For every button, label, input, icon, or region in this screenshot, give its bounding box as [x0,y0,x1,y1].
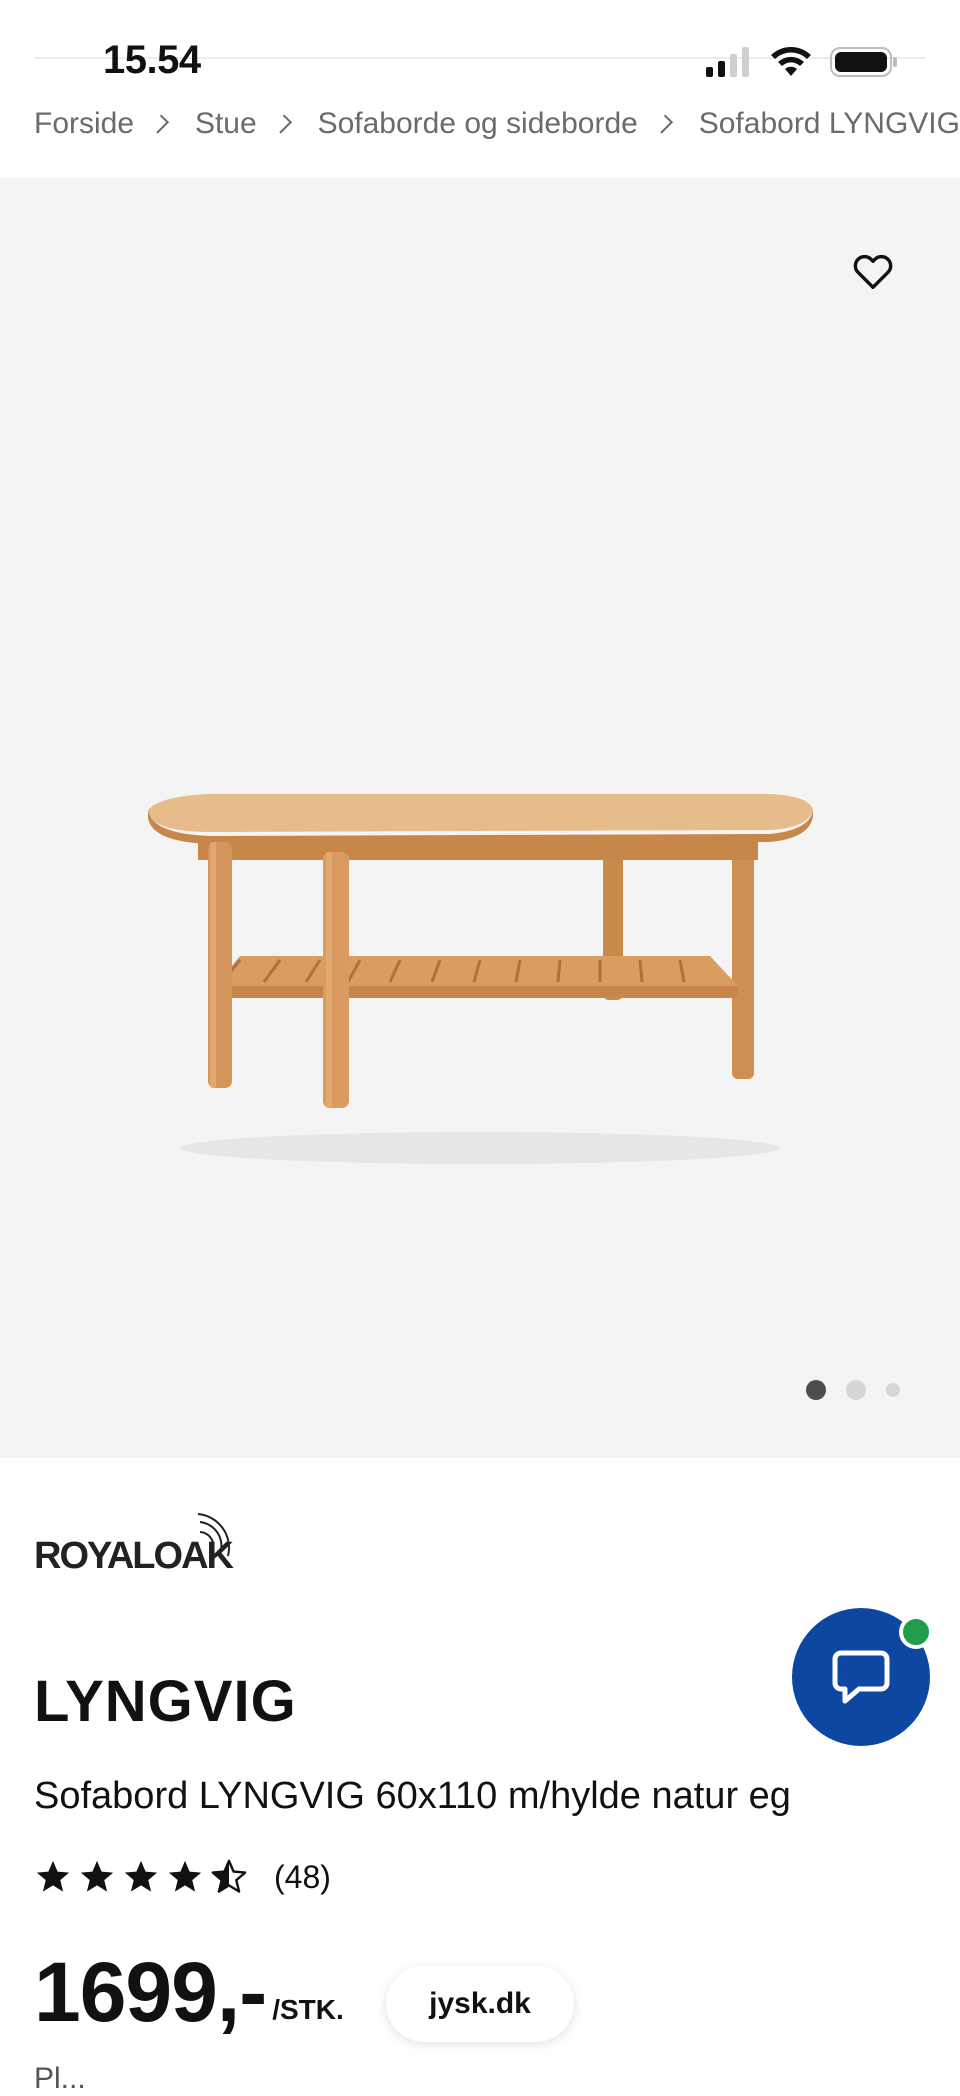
gallery-dot-3[interactable] [886,1383,900,1397]
chevron-right-icon [272,114,292,134]
breadcrumb-current: Sofabord LYNGVIG [698,107,960,140]
battery-icon [830,47,897,77]
star-icon [36,1860,70,1892]
price-row: 1699,- /STK. [34,1950,344,2034]
breadcrumb-sofaborde[interactable]: Sofaborde og sideborde [318,107,638,141]
signal-icon [706,47,749,77]
star-icon [168,1860,202,1892]
heart-outline-icon[interactable] [850,248,896,294]
chat-button[interactable] [792,1608,933,1746]
partial-text: Pl... [34,2062,86,2095]
star-rating [34,1858,248,1896]
breadcrumb: Forside Stue Sofaborde og sideborde Sofa… [34,100,960,148]
breadcrumb-stue[interactable]: Stue [195,107,257,141]
breadcrumb-home[interactable]: Forside [34,107,134,141]
gallery-dot-1[interactable] [806,1380,826,1400]
rating-count[interactable]: (48) [274,1859,331,1896]
chevron-right-icon [149,114,170,134]
wifi-icon [771,47,811,76]
product-name: LYNGVIG [34,1669,297,1734]
chat-online-badge [899,1615,933,1649]
product-image[interactable] [130,638,830,1178]
status-time: 15.54 [103,38,201,82]
site-url-pill[interactable]: jysk.dk [386,1966,574,2042]
chevron-right-icon [653,114,673,134]
status-icons [706,46,898,78]
gallery-dot-2[interactable] [846,1380,866,1400]
chat-bubble-icon [832,1650,890,1704]
product-gallery[interactable] [0,178,960,1458]
price: 1699,- [34,1945,267,2039]
price-unit: /STK. [272,1994,344,2025]
half-star-icon [211,1859,247,1893]
brand-logo[interactable]: ROYALOAK [34,1510,254,1580]
svg-text:ROYALOAK: ROYALOAK [34,1535,235,1577]
gallery-pagination[interactable] [806,1380,900,1400]
status-bar: 15.54 [0,0,960,110]
product-description: Sofabord LYNGVIG 60x110 m/hylde natur eg [34,1775,791,1817]
star-icon [124,1860,158,1892]
star-icon [80,1860,114,1892]
product-rating[interactable]: (48) [34,1858,331,1896]
